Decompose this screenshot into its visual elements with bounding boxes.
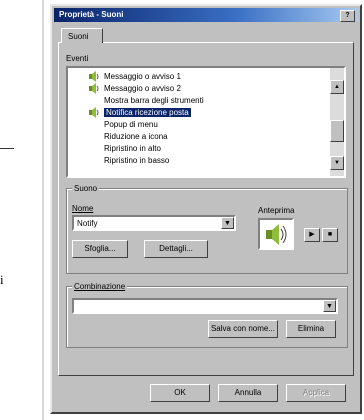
speaker-icon [89,107,99,118]
speaker-icon [89,83,99,94]
events-label: Eventi [66,54,89,63]
list-item[interactable]: Ripristino in basso [104,156,169,167]
list-item[interactable]: Mostra barra degli strumenti [104,96,204,107]
list-item-label: Mostra barra degli strumenti [104,96,204,105]
list-item-label: Messaggio o avviso 2 [104,84,181,93]
details-button[interactable]: Dettagli... [144,240,208,258]
scroll-thumb[interactable] [330,120,344,142]
save-as-button[interactable]: Salva con nome... [208,320,278,338]
speaker-icon [89,71,99,82]
title-bar[interactable]: Proprietà - Suoni ? [54,8,358,22]
events-list[interactable]: Messaggio o avviso 1 Messaggio o avviso … [66,66,346,178]
list-item[interactable]: Messaggio o avviso 1 [89,71,181,83]
schemes-group [66,286,348,348]
help-button[interactable]: ? [340,10,355,22]
preview-box [258,218,294,250]
apply-button[interactable]: Applica [286,384,346,402]
list-item[interactable]: Ripristino in alto [104,144,161,155]
window-title: Proprietà - Suoni [59,10,124,19]
name-label: Nome [72,204,94,213]
ok-button[interactable]: OK [150,384,210,402]
list-item[interactable]: Popup di menu [104,120,158,131]
list-item-label: Riduzione a icona [104,132,168,141]
sound-name-select[interactable]: Notify ▼ [72,215,236,231]
backdrop-text: i [0,272,4,287]
tab-suoni[interactable]: Suoni [61,28,103,43]
scroll-down-button[interactable]: ▼ [330,156,344,170]
chevron-down-icon[interactable]: ▼ [221,217,234,229]
chevron-down-icon[interactable]: ▼ [323,300,336,312]
browse-button[interactable]: Sfoglia... [72,240,128,258]
scroll-up-button[interactable]: ▲ [330,80,344,94]
speaker-icon [266,224,287,245]
stop-button[interactable]: ■ [322,228,338,242]
sound-name-value: Notify [77,219,98,228]
events-scrollbar[interactable]: ▲ ▼ [330,68,344,176]
list-item-selected[interactable]: Notifica ricezione posta [89,107,191,119]
preview-label: Anteprima [258,206,295,215]
list-item-label: Notifica ricezione posta [104,108,191,117]
list-item-label: Ripristino in basso [104,156,170,165]
backdrop-edge [42,0,44,420]
tab-label: Suoni [68,32,89,41]
properties-dialog: Proprietà - Suoni ? Suoni Eventi Messagg… [50,4,362,414]
scheme-select[interactable]: ▼ [72,298,338,314]
cancel-button[interactable]: Annulla [218,384,278,402]
schemes-group-label: Combinazione [72,282,128,291]
backdrop-dash [0,148,14,149]
delete-button[interactable]: Elimina [286,320,336,338]
list-item-label: Popup di menu [104,120,158,129]
sound-group-label: Suono [72,184,100,193]
list-item-label: Messaggio o avviso 1 [104,72,181,81]
list-item[interactable]: Messaggio o avviso 2 [89,83,181,95]
play-button[interactable]: ▶ [304,228,320,242]
list-item[interactable]: Riduzione a icona [104,132,168,143]
list-item-label: Ripristino in alto [104,144,161,153]
